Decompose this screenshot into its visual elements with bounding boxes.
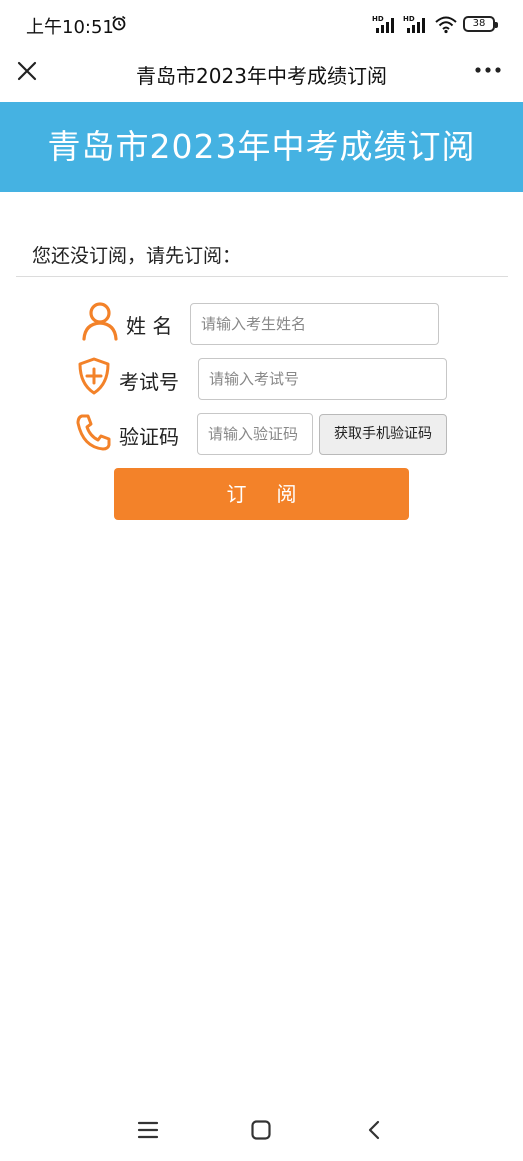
signal-hd-icon: HD [403,15,425,33]
signal-hd-icon: HD [372,15,394,33]
menu-icon[interactable] [137,1119,159,1141]
svg-text:HD: HD [372,15,384,23]
name-label: 姓 名 [126,314,173,338]
exam-number-input[interactable] [198,358,447,400]
divider [16,276,508,277]
subscribe-prompt: 您还没订阅，请先订阅： [32,245,242,267]
name-input[interactable] [190,303,439,345]
page-title: 青岛市2023年中考成绩订阅 [136,64,387,88]
shield-plus-icon [78,357,110,395]
title-bar: 青岛市2023年中考成绩订阅 [0,48,523,102]
status-bar: 上午10:51 HD HD 38 [0,0,523,48]
subscribe-button[interactable]: 订阅 [114,468,409,520]
code-label: 验证码 [119,425,179,449]
status-icons: HD HD 38 [372,14,498,34]
code-input[interactable] [197,413,313,455]
battery-icon: 38 [463,16,498,32]
wifi-icon [435,16,457,34]
get-code-button[interactable]: 获取手机验证码 [319,414,447,455]
status-time: 上午10:51 [26,17,114,38]
exam-number-label: 考试号 [119,370,179,394]
more-icon[interactable] [473,58,503,82]
back-icon[interactable] [364,1119,386,1141]
svg-text:HD: HD [403,15,415,23]
header-banner: 青岛市2023年中考成绩订阅 [0,102,523,192]
phone-icon [76,414,111,451]
user-icon [82,302,118,341]
home-icon[interactable] [250,1119,272,1141]
alarm-icon [112,15,126,31]
